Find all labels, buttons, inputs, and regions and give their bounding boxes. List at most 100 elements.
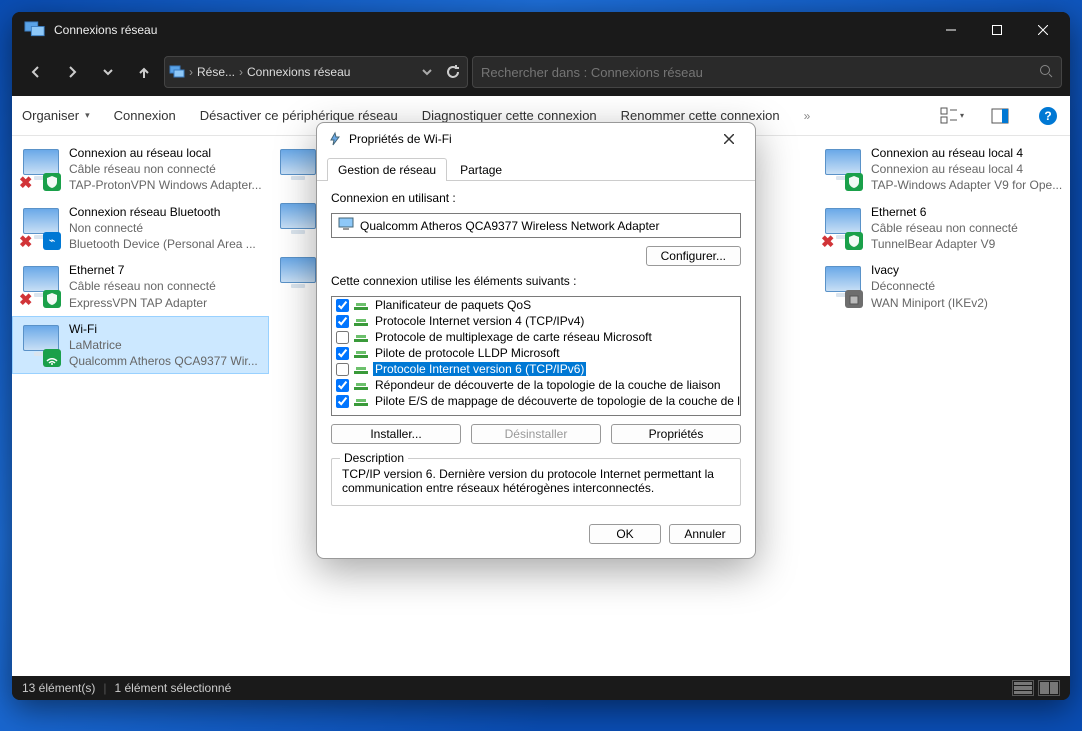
recent-dropdown[interactable] xyxy=(92,56,124,88)
tab-sharing[interactable]: Partage xyxy=(449,158,513,181)
maximize-button[interactable] xyxy=(974,14,1020,46)
details-view-icon[interactable] xyxy=(1012,680,1034,696)
diagnose-connection[interactable]: Diagnostiquer cette connexion xyxy=(422,108,597,123)
preview-pane-icon[interactable] xyxy=(988,104,1012,128)
connection-name: Connexion au réseau local 4 xyxy=(871,145,1063,161)
protocol-icon xyxy=(353,330,369,344)
search-box[interactable] xyxy=(472,56,1062,88)
refresh-button[interactable] xyxy=(443,62,463,82)
connection-item[interactable]: ✖⌁Connexion réseau BluetoothNon connecté… xyxy=(12,199,269,258)
connection-device: TunnelBear Adapter V9 xyxy=(871,236,1063,252)
element-checkbox[interactable] xyxy=(336,395,349,408)
connection-item[interactable]: Connexion au réseau local 4Connexion au … xyxy=(814,140,1070,199)
status-divider: | xyxy=(103,681,106,695)
address-dropdown[interactable] xyxy=(417,62,437,82)
connect-using-label: Connexion en utilisant : xyxy=(331,191,741,205)
dialog-body: Connexion en utilisant : Qualcomm Athero… xyxy=(317,181,755,520)
connection-icon: ✖ xyxy=(821,204,865,248)
dialog-title: Propriétés de Wi-Fi xyxy=(349,132,709,146)
breadcrumb-seg-2[interactable]: Connexions réseau xyxy=(247,65,350,79)
install-button[interactable]: Installer... xyxy=(331,424,461,444)
ok-button[interactable]: OK xyxy=(589,524,661,544)
view-options-icon[interactable]: ▾ xyxy=(940,104,964,128)
connection-device: ExpressVPN TAP Adapter xyxy=(69,295,262,311)
close-button[interactable] xyxy=(1020,14,1066,46)
element-checkbox[interactable] xyxy=(336,347,349,360)
connection-text: IvacyDéconnectéWAN Miniport (IKEv2) xyxy=(871,262,1063,311)
connection-text: Connexion au réseau local 4Connexion au … xyxy=(871,145,1063,194)
protocol-icon xyxy=(353,394,369,408)
connection-name: Ethernet 6 xyxy=(871,204,1063,220)
network-element-item[interactable]: Protocole de multiplexage de carte résea… xyxy=(332,329,740,345)
connection-item[interactable]: IvacyDéconnectéWAN Miniport (IKEv2) xyxy=(814,257,1070,316)
connection-text: Ethernet 7Câble réseau non connectéExpre… xyxy=(69,262,262,311)
connection-status: Connexion au réseau local 4 xyxy=(871,161,1063,177)
properties-button[interactable]: Propriétés xyxy=(611,424,741,444)
breadcrumb-sep: › xyxy=(189,65,193,79)
address-bar[interactable]: › Rése... › Connexions réseau xyxy=(164,56,468,88)
protocol-icon xyxy=(353,298,369,312)
connection-menu[interactable]: Connexion xyxy=(114,108,176,123)
status-selected: 1 élément sélectionné xyxy=(115,681,232,695)
element-checkbox[interactable] xyxy=(336,379,349,392)
connection-icon xyxy=(19,321,63,365)
connection-text: Ethernet 6Câble réseau non connectéTunne… xyxy=(871,204,1063,253)
network-element-item[interactable]: Protocole Internet version 4 (TCP/IPv4) xyxy=(332,313,740,329)
element-label: Pilote E/S de mappage de découverte de t… xyxy=(373,394,741,408)
uninstall-button[interactable]: Désinstaller xyxy=(471,424,601,444)
search-icon xyxy=(1039,64,1053,81)
protocol-icon xyxy=(353,362,369,376)
connection-text: Wi-FiLaMatriceQualcomm Atheros QCA9377 W… xyxy=(69,321,262,370)
connection-item[interactable]: ✖Connexion au réseau localCâble réseau n… xyxy=(12,140,269,199)
connection-status: Câble réseau non connecté xyxy=(871,220,1063,236)
toolbar-overflow[interactable]: » xyxy=(804,109,811,123)
breadcrumb-sep: › xyxy=(239,65,243,79)
connection-status: LaMatrice xyxy=(69,337,262,353)
connection-status: Câble réseau non connecté xyxy=(69,161,262,177)
back-button[interactable] xyxy=(20,56,52,88)
element-label: Planificateur de paquets QoS xyxy=(373,298,533,312)
connection-icon: ✖⌁ xyxy=(19,204,63,248)
element-checkbox[interactable] xyxy=(336,363,349,376)
breadcrumb-seg-1[interactable]: Rése... xyxy=(197,65,235,79)
up-button[interactable] xyxy=(128,56,160,88)
titlebar: Connexions réseau xyxy=(12,12,1070,48)
connection-name: Wi-Fi xyxy=(69,321,262,337)
large-icons-view-icon[interactable] xyxy=(1038,680,1060,696)
cancel-button[interactable]: Annuler xyxy=(669,524,741,544)
network-element-item[interactable]: Pilote E/S de mappage de découverte de t… xyxy=(332,393,740,409)
network-elements-list[interactable]: Planificateur de paquets QoSProtocole In… xyxy=(331,296,741,416)
organize-menu[interactable]: Organiser xyxy=(22,108,90,123)
rename-connection[interactable]: Renommer cette connexion xyxy=(621,108,780,123)
status-bar: 13 élément(s) | 1 élément sélectionné xyxy=(12,676,1070,700)
search-input[interactable] xyxy=(481,65,1039,80)
connection-item[interactable]: ✖Ethernet 7Câble réseau non connectéExpr… xyxy=(12,257,269,316)
tab-network-management[interactable]: Gestion de réseau xyxy=(327,158,447,181)
help-icon[interactable]: ? xyxy=(1036,104,1060,128)
element-checkbox[interactable] xyxy=(336,315,349,328)
connection-item[interactable]: ✖Ethernet 6Câble réseau non connectéTunn… xyxy=(814,199,1070,258)
protocol-icon xyxy=(353,378,369,392)
element-checkbox[interactable] xyxy=(336,331,349,344)
status-count: 13 élément(s) xyxy=(22,681,95,695)
description-text: TCP/IP version 6. Dernière version du pr… xyxy=(342,467,730,495)
connection-item[interactable]: Wi-FiLaMatriceQualcomm Atheros QCA9377 W… xyxy=(12,316,269,375)
element-label: Protocole Internet version 6 (TCP/IPv6) xyxy=(373,362,586,376)
network-element-item[interactable]: Planificateur de paquets QoS xyxy=(332,297,740,313)
element-label: Pilote de protocole LLDP Microsoft xyxy=(373,346,562,360)
connection-icon xyxy=(276,253,320,297)
forward-button[interactable] xyxy=(56,56,88,88)
connection-status: Non connecté xyxy=(69,220,262,236)
configure-button[interactable]: Configurer... xyxy=(646,246,741,266)
disable-device[interactable]: Désactiver ce périphérique réseau xyxy=(200,108,398,123)
dialog-close-button[interactable] xyxy=(709,125,749,153)
dialog-footer: OK Annuler xyxy=(317,520,755,558)
window-icon xyxy=(24,21,46,39)
connection-name: Connexion au réseau local xyxy=(69,145,262,161)
minimize-button[interactable] xyxy=(928,14,974,46)
protocol-icon xyxy=(353,314,369,328)
element-checkbox[interactable] xyxy=(336,299,349,312)
network-element-item[interactable]: Répondeur de découverte de la topologie … xyxy=(332,377,740,393)
network-element-item[interactable]: Protocole Internet version 6 (TCP/IPv6) xyxy=(332,361,740,377)
network-element-item[interactable]: Pilote de protocole LLDP Microsoft xyxy=(332,345,740,361)
